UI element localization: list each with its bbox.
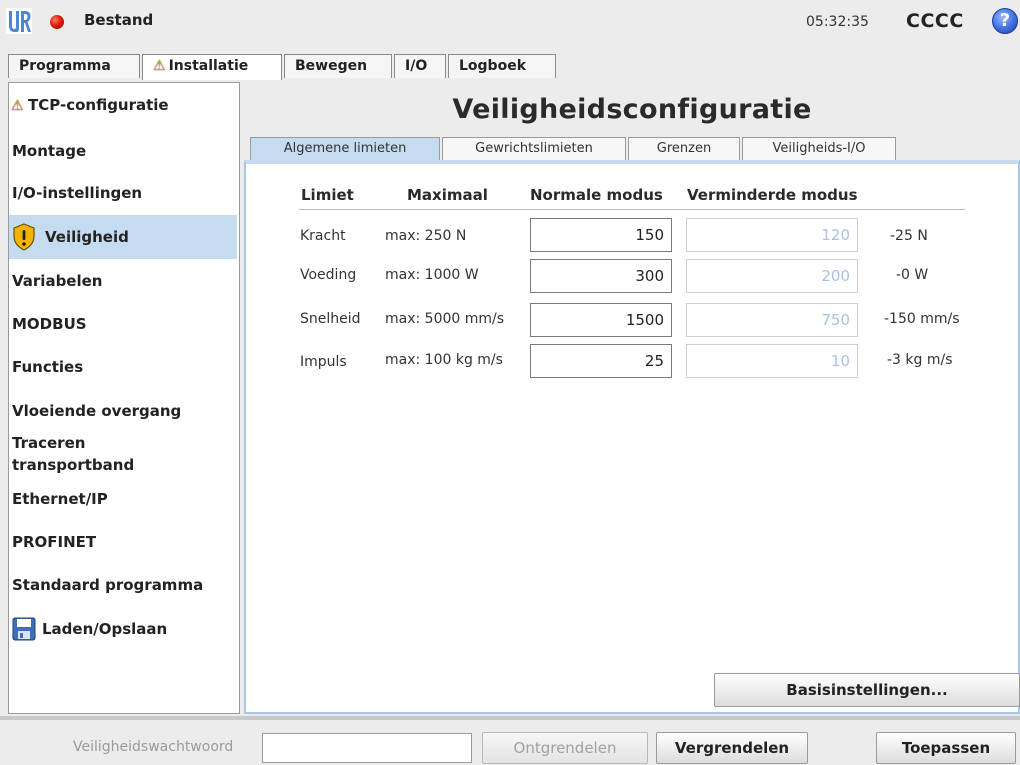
sidebar-item-label-line2: transportband (12, 456, 135, 474)
tab-label: Installatie (168, 58, 249, 74)
limit-row-label: Snelheid (300, 311, 361, 327)
normal-mode-force-input[interactable]: 150 (530, 218, 672, 252)
limit-row-difference: -3 kg m/s (887, 352, 953, 368)
limit-row-label: Kracht (300, 228, 346, 244)
safety-password-input[interactable] (262, 733, 472, 763)
help-icon[interactable]: ? (992, 8, 1018, 34)
limit-row-difference: -25 N (890, 228, 928, 244)
unlock-button[interactable]: Ontgrendelen (482, 732, 648, 764)
subtab-label: Gewrichtslimieten (475, 141, 593, 156)
lock-button[interactable]: Vergrendelen (656, 732, 808, 764)
clock: 05:32:35 (806, 14, 869, 30)
limit-row-label: Impuls (300, 354, 347, 370)
sidebar-item-label: PROFINET (12, 533, 97, 551)
sidebar-item-label: TCP-configuratie (28, 96, 169, 114)
reduced-mode-force-input[interactable]: 120 (686, 218, 858, 252)
warning-icon: ⚠ (11, 98, 24, 114)
tab-veiligheids-io[interactable]: Veiligheids-I/O (742, 137, 896, 161)
column-header-maximaal: Maximaal (407, 186, 488, 204)
normal-mode-speed-input[interactable]: 1500 (530, 303, 672, 337)
floppy-disk-icon (12, 617, 36, 641)
sidebar-item-laden-opslaan[interactable]: Laden/Opslaan (9, 613, 237, 645)
tab-label: Programma (19, 58, 111, 74)
sidebar-item-profinet[interactable]: PROFINET (9, 532, 237, 556)
sidebar-item-variabelen[interactable]: Variabelen (9, 271, 237, 295)
tab-logboek[interactable]: Logboek (448, 54, 556, 78)
column-header-normale-modus: Normale modus (530, 186, 663, 204)
tab-label: Logboek (459, 58, 527, 74)
sidebar-item-label: Variabelen (12, 272, 103, 290)
sidebar-item-io-instellingen[interactable]: I/O-instellingen (9, 183, 237, 207)
safety-subtabs: Algemene limieten Gewrichtslimieten Gren… (244, 137, 1020, 161)
reduced-mode-power-input[interactable]: 200 (686, 259, 858, 293)
sidebar-item-label: Ethernet/IP (12, 490, 108, 508)
sidebar-item-label: Standaard programma (12, 576, 204, 594)
tab-label: Bewegen (295, 58, 368, 74)
sidebar-item-tcp-configuratie[interactable]: ⚠ TCP-configuratie (9, 95, 237, 119)
warning-icon: ⚠ (153, 58, 166, 74)
sidebar-item-ethernet-ip[interactable]: Ethernet/IP (9, 489, 237, 513)
tab-gewrichtslimieten[interactable]: Gewrichtslimieten (442, 137, 626, 161)
sidebar-item-label: MODBUS (12, 315, 87, 333)
sidebar-item-montage[interactable]: Montage (9, 141, 237, 165)
limit-row-max: max: 5000 mm/s (385, 311, 505, 327)
limit-row-max: max: 250 N (385, 228, 467, 244)
sidebar-item-vloeiende-overgang[interactable]: Vloeiende overgang (9, 401, 237, 425)
normal-mode-power-input[interactable]: 300 (530, 259, 672, 293)
robot-name: CCCC (906, 10, 964, 32)
sidebar-item-modbus[interactable]: MODBUS (9, 314, 237, 338)
tab-io[interactable]: I/O (394, 54, 446, 78)
title-bar: Bestand 05:32:35 CCCC ? (0, 0, 1020, 52)
column-header-verminderde-modus: Verminderde modus (687, 186, 858, 204)
subtab-label: Grenzen (656, 141, 712, 156)
sidebar-item-label: Laden/Opslaan (42, 620, 168, 638)
page-title: Veiligheidsconfiguratie (452, 94, 812, 125)
normal-mode-momentum-input[interactable]: 25 (530, 344, 672, 378)
sidebar-item-veiligheid[interactable]: Veiligheid (9, 215, 237, 259)
safety-configuration-panel: Veiligheidsconfiguratie Algemene limiete… (244, 82, 1020, 714)
subtab-label: Algemene limieten (283, 141, 407, 156)
safety-password-label: Veiligheidswachtwoord (73, 739, 234, 755)
sidebar-item-label: Functies (12, 358, 84, 376)
tab-grenzen[interactable]: Grenzen (628, 137, 740, 161)
limit-row-difference: -150 mm/s (884, 311, 960, 327)
tab-bewegen[interactable]: Bewegen (284, 54, 392, 78)
reduced-mode-momentum-input[interactable]: 10 (686, 344, 858, 378)
tab-programma[interactable]: Programma (8, 54, 140, 78)
sidebar-item-label: Vloeiende overgang (12, 402, 182, 420)
universal-robots-logo-icon (6, 8, 32, 34)
sidebar-item-traceren-transportband[interactable]: Traceren transportband (9, 433, 237, 477)
reduced-mode-speed-input[interactable]: 750 (686, 303, 858, 337)
file-menu[interactable]: Bestand (84, 11, 153, 29)
limit-row-difference: -0 W (896, 267, 929, 283)
apply-button[interactable]: Toepassen (876, 732, 1016, 764)
sidebar-item-label: Montage (12, 142, 87, 160)
column-header-limiet: Limiet (301, 186, 354, 204)
sidebar-item-label: I/O-instellingen (12, 184, 143, 202)
sidebar-item-functies[interactable]: Functies (9, 357, 237, 381)
subtab-label: Veiligheids-I/O (772, 141, 866, 156)
basic-settings-button[interactable]: Basisinstellingen... (714, 673, 1020, 707)
installation-sidebar: ⚠ TCP-configuratie Montage I/O-instellin… (8, 82, 240, 714)
limit-row-max: max: 100 kg m/s (385, 352, 503, 368)
header-divider (299, 209, 965, 210)
robot-status-icon (50, 15, 64, 29)
tab-installatie[interactable]: ⚠ Installatie (142, 54, 282, 80)
sidebar-item-standaard-programma[interactable]: Standaard programma (9, 575, 237, 599)
tab-label: I/O (405, 58, 428, 74)
sidebar-item-label: Veiligheid (45, 228, 129, 246)
tab-algemene-limieten[interactable]: Algemene limieten (250, 137, 440, 161)
sidebar-item-label-line1: Traceren (12, 434, 86, 452)
limit-row-label: Voeding (300, 267, 357, 283)
shield-warning-icon (13, 223, 35, 251)
bottom-separator (0, 716, 1020, 720)
limit-row-max: max: 1000 W (385, 267, 479, 283)
